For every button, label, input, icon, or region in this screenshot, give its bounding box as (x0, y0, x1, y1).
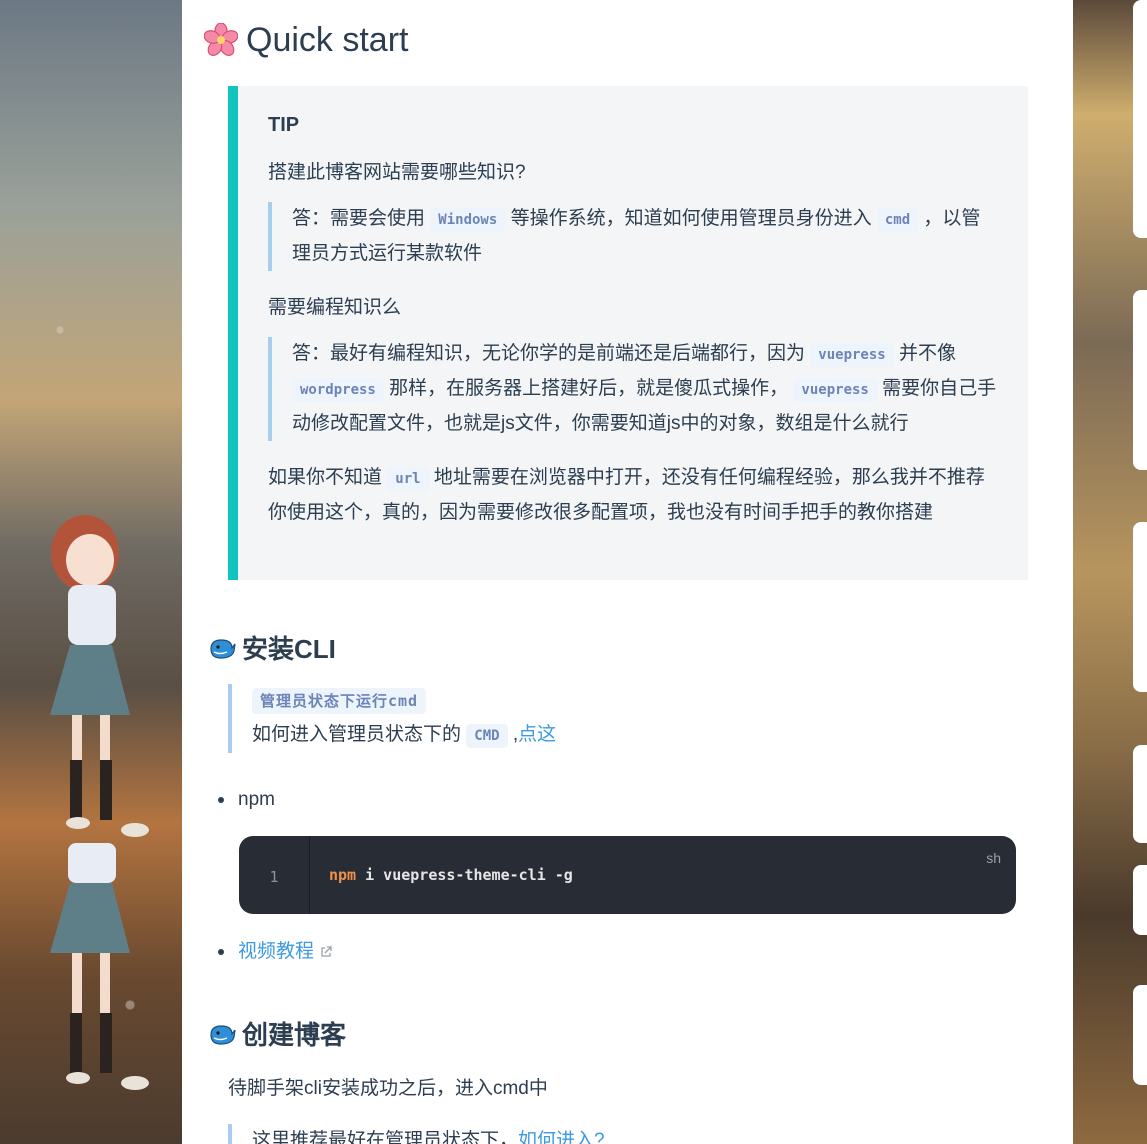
code-vuepress-2: vuepress (793, 378, 877, 402)
list-item-npm-text: npm (238, 789, 275, 810)
code-vuepress: vuepress (810, 343, 894, 367)
link-video-tutorial[interactable]: 视频教程 (238, 941, 314, 962)
heading-install-text: 安装CLI (242, 634, 336, 664)
create-note: 这里推荐最好在管理员状态下，如何进入? (228, 1124, 605, 1144)
answer-2-text: 答：最好有编程知识，无论你学的是前端还是后端都行，因为 (292, 343, 811, 364)
install-note-comma: , (507, 724, 519, 745)
code-CMD: CMD (466, 724, 508, 748)
anime-girl-illustration-top (50, 515, 149, 837)
background-left (0, 0, 182, 1144)
whale-icon (210, 1025, 236, 1045)
bullet-dot (218, 948, 224, 955)
main-content: Quick start TIP 搭建此博客网站需要哪些知识? 答：需要会使用 W… (182, 0, 1073, 1144)
side-card-3[interactable] (1133, 522, 1147, 692)
code-language-label: sh (986, 850, 1001, 866)
code-url: url (387, 467, 429, 491)
answer-1-text-2: 等操作系统，知道如何使用管理员身份进入 (505, 208, 877, 229)
code-windows: Windows (430, 208, 506, 232)
tip-question-1: 搭建此博客网站需要哪些知识? (268, 162, 526, 183)
sakura-flower-icon (204, 23, 238, 56)
create-note-text: 这里推荐最好在管理员状态下， (252, 1130, 519, 1144)
tip-answer-1: 答：需要会使用 Windows 等操作系统，知道如何使用管理员身份进入 cmd … (268, 202, 998, 271)
tip-paragraph-3: 如果你不知道 url 地址需要在浏览器中打开，还没有任何编程经验，那么我并不推荐… (268, 461, 998, 530)
list-item-npm: npm (218, 784, 275, 816)
p3-text: 如果你不知道 (268, 467, 388, 488)
heading-install-cli: 安装CLI (208, 632, 336, 666)
anime-girl-illustration-bottom (50, 843, 149, 1090)
side-card-6[interactable] (1133, 985, 1147, 1085)
code-cmd: cmd (876, 208, 919, 232)
side-card-4[interactable] (1133, 745, 1147, 843)
tip-container: TIP 搭建此博客网站需要哪些知识? 答：需要会使用 Windows 等操作系统… (228, 86, 1028, 580)
tip-question-2: 需要编程知识么 (268, 297, 402, 318)
side-card-1[interactable] (1133, 0, 1147, 238)
install-note: 管理员状态下运行cmd 如何进入管理员状态下的 CMD ,点这 (228, 684, 1012, 753)
heading-create-blog: 创建博客 (208, 1018, 346, 1052)
code-admin-run-cmd: 管理员状态下运行cmd (252, 688, 427, 714)
whale-icon (210, 639, 236, 659)
create-paragraph: 待脚手架cli安装成功之后，进入cmd中 (228, 1078, 548, 1099)
tip-answer-2: 答：最好有编程知识，无论你学的是前端还是后端都行，因为 vuepress 并不像… (268, 337, 998, 441)
code-args: i vuepress-theme-cli -g (356, 866, 573, 884)
answer-2-text-2: 并不像 (893, 343, 956, 364)
code-wordpress: wordpress (292, 378, 384, 402)
code-line: npm i vuepress-theme-cli -g (329, 864, 573, 886)
side-card-2[interactable] (1133, 290, 1147, 470)
heading-create-text: 创建博客 (242, 1020, 347, 1050)
answer-2-text-3: 那样，在服务器上搭建好后，就是傻瓜式操作， (383, 378, 794, 399)
side-card-5[interactable] (1133, 865, 1147, 935)
page-title: Quick start (204, 18, 408, 62)
external-link-icon (321, 946, 332, 957)
line-number: 1 (239, 836, 310, 914)
code-block: 1 npm i vuepress-theme-cli -g sh (239, 836, 1016, 914)
bullet-dot (218, 796, 224, 803)
page-title-text: Quick start (246, 21, 409, 59)
code-keyword-npm: npm (329, 866, 357, 884)
answer-1-text: 答：需要会使用 (292, 208, 431, 229)
link-how-to-enter[interactable]: 如何进入? (518, 1130, 605, 1144)
install-note-text: 如何进入管理员状态下的 (252, 724, 467, 745)
link-click-here[interactable]: 点这 (518, 724, 556, 745)
list-item-video: 视频教程 (218, 936, 333, 968)
tip-title: TIP (268, 114, 300, 136)
